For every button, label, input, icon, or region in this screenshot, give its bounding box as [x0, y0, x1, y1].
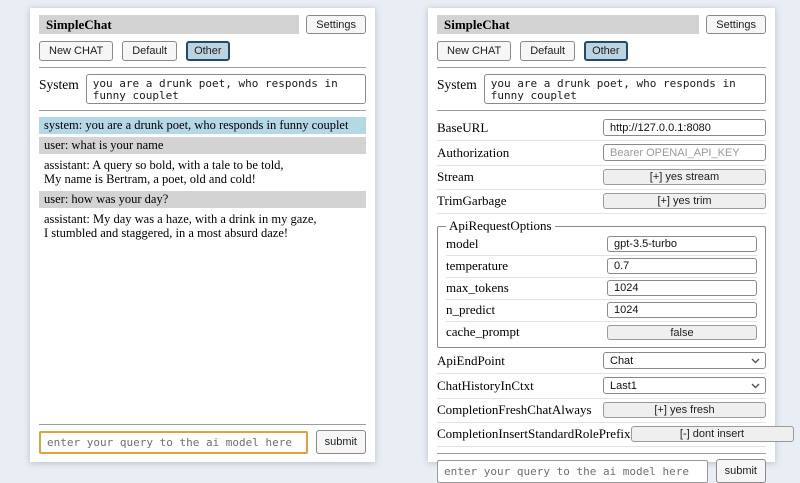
cache-prompt-label: cache_prompt	[446, 324, 520, 340]
authorization-label: Authorization	[437, 145, 509, 161]
chat-history-selected-value: Last1	[610, 380, 637, 392]
chat-history-select[interactable]: Last1	[603, 377, 766, 394]
baseurl-label: BaseURL	[437, 120, 488, 136]
setting-row-temperature: temperature	[446, 256, 757, 278]
settings-panel-header: SimpleChat Settings	[437, 15, 766, 34]
session-tab-default[interactable]: Default	[520, 41, 575, 61]
api-request-options-legend: ApiRequestOptions	[446, 218, 555, 234]
session-toolbar: New CHAT Default Other	[39, 41, 366, 61]
trimgarbage-label: TrimGarbage	[437, 193, 507, 209]
temperature-input[interactable]	[607, 258, 757, 274]
max-tokens-label: max_tokens	[446, 280, 509, 296]
divider	[437, 453, 766, 454]
completion-insert-toggle-button[interactable]: [-] dont insert	[631, 426, 794, 442]
system-prompt-row: System you are a drunk poet, who respond…	[437, 74, 766, 104]
chat-message-system: system: you are a drunk poet, who respon…	[39, 117, 366, 134]
new-chat-button[interactable]: New CHAT	[39, 41, 113, 61]
session-toolbar: New CHAT Default Other	[437, 41, 766, 61]
setting-row-authorization: Authorization	[437, 141, 766, 166]
completion-fresh-label: CompletionFreshChatAlways	[437, 402, 592, 418]
n-predict-input[interactable]	[607, 302, 757, 318]
session-tab-default[interactable]: Default	[122, 41, 177, 61]
stream-toggle-button[interactable]: [+] yes stream	[603, 169, 766, 185]
settings-button[interactable]: Settings	[706, 15, 766, 34]
session-tab-other[interactable]: Other	[584, 41, 628, 61]
desktop: SimpleChat Settings New CHAT Default Oth…	[0, 0, 800, 480]
system-label: System	[437, 74, 477, 104]
divider	[39, 424, 366, 425]
system-prompt-row: System you are a drunk poet, who respond…	[39, 74, 366, 104]
query-input[interactable]	[39, 431, 308, 454]
settings-panel: SimpleChat Settings New CHAT Default Oth…	[428, 8, 775, 462]
setting-row-stream: Stream [+] yes stream	[437, 166, 766, 190]
divider	[437, 110, 766, 111]
system-prompt-input[interactable]: you are a drunk poet, who responds in fu…	[86, 74, 366, 104]
setting-row-trimgarbage: TrimGarbage [+] yes trim	[437, 190, 766, 214]
divider	[39, 67, 366, 68]
setting-row-api-endpoint: ApiEndPoint Chat	[437, 349, 766, 374]
setting-row-n-predict: n_predict	[446, 300, 757, 322]
setting-row-baseurl: BaseURL	[437, 116, 766, 141]
chat-message-user: user: what is your name	[39, 137, 366, 154]
chat-messages: system: you are a drunk poet, who respon…	[39, 117, 366, 245]
divider	[437, 67, 766, 68]
authorization-input[interactable]	[603, 144, 766, 161]
api-endpoint-selected-value: Chat	[610, 355, 633, 367]
baseurl-input[interactable]	[603, 119, 766, 136]
chat-message-user: user: how was your day?	[39, 191, 366, 208]
divider	[39, 110, 366, 111]
api-request-options-fieldset: ApiRequestOptions model temperature max_…	[437, 218, 766, 348]
app-title: SimpleChat	[437, 15, 699, 34]
chat-panel-header: SimpleChat Settings	[39, 15, 366, 34]
trimgarbage-toggle-button[interactable]: [+] yes trim	[603, 193, 766, 209]
setting-row-max-tokens: max_tokens	[446, 278, 757, 300]
max-tokens-input[interactable]	[607, 280, 757, 296]
submit-button[interactable]: submit	[716, 459, 766, 483]
system-prompt-input[interactable]: you are a drunk poet, who responds in fu…	[484, 74, 766, 104]
chat-history-label: ChatHistoryInCtxt	[437, 378, 534, 394]
api-endpoint-select[interactable]: Chat	[603, 352, 766, 369]
app-title: SimpleChat	[39, 15, 299, 34]
setting-row-completion-insert: CompletionInsertStandardRolePrefix [-] d…	[437, 423, 766, 447]
submit-button[interactable]: submit	[316, 430, 366, 454]
setting-row-model: model	[446, 234, 757, 256]
setting-row-completion-fresh: CompletionFreshChatAlways [+] yes fresh	[437, 399, 766, 423]
new-chat-button[interactable]: New CHAT	[437, 41, 511, 61]
cache-prompt-toggle-button[interactable]: false	[607, 325, 757, 340]
query-input[interactable]	[437, 460, 708, 483]
chat-panel: SimpleChat Settings New CHAT Default Oth…	[30, 8, 375, 462]
settings-list: BaseURL Authorization Stream [+] yes str…	[437, 116, 766, 447]
setting-row-chat-history: ChatHistoryInCtxt Last1	[437, 374, 766, 399]
query-row: submit	[437, 459, 766, 483]
chevron-down-icon	[751, 383, 760, 389]
completion-fresh-toggle-button[interactable]: [+] yes fresh	[603, 402, 766, 418]
completion-insert-label: CompletionInsertStandardRolePrefix	[437, 426, 631, 442]
empty-space	[39, 245, 366, 418]
n-predict-label: n_predict	[446, 302, 495, 318]
query-row: submit	[39, 430, 366, 454]
api-endpoint-label: ApiEndPoint	[437, 353, 505, 369]
chat-message-assistant: assistant: My day was a haze, with a dri…	[39, 211, 366, 242]
session-tab-other[interactable]: Other	[186, 41, 230, 61]
model-label: model	[446, 236, 479, 252]
settings-button[interactable]: Settings	[306, 15, 366, 34]
temperature-label: temperature	[446, 258, 508, 274]
stream-label: Stream	[437, 169, 474, 185]
model-input[interactable]	[607, 236, 757, 252]
setting-row-cache-prompt: cache_prompt false	[446, 322, 757, 343]
system-label: System	[39, 74, 79, 104]
chevron-down-icon	[751, 358, 760, 364]
chat-message-assistant: assistant: A query so bold, with a tale …	[39, 157, 366, 188]
